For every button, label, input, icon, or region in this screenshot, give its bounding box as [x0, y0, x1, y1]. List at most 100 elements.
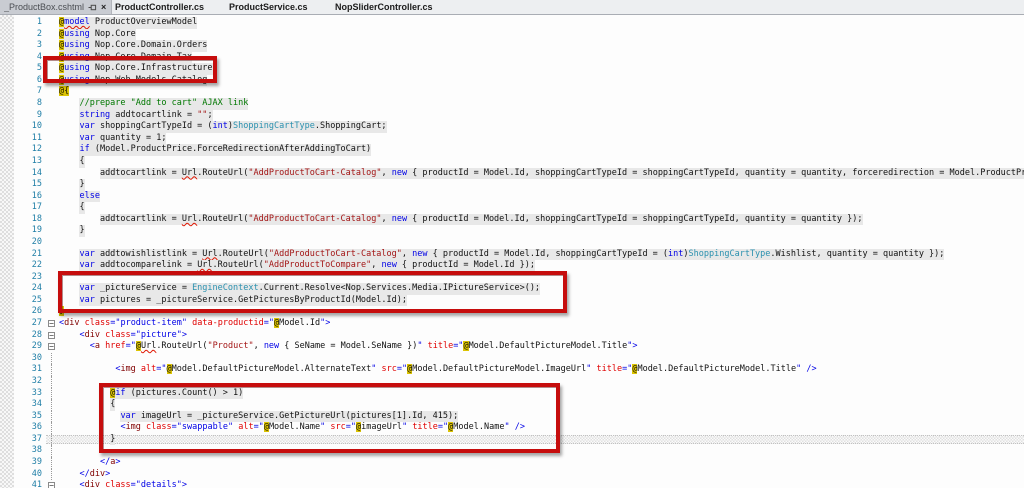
line-number: 14 [31, 167, 42, 178]
line-number: 23 [31, 271, 42, 282]
code-line-18: 18 addtocartlink = Url.RouteUrl("AddProdu… [14, 213, 1024, 226]
code-text: //prepare "Add to cart" AJAX link [79, 98, 249, 110]
collapse-box-icon[interactable]: − [48, 320, 55, 328]
code-line-21: 21 var addtowishlistlink = Url.RouteUrl("… [14, 248, 1024, 261]
fold-margin-bar [47, 399, 59, 411]
code-text: <div class="details"> [79, 480, 187, 488]
code-line-17: 17 { [14, 202, 1024, 214]
annotation-box-using-infrastructure [43, 56, 217, 83]
code-line-30: 30 [14, 352, 1024, 365]
fold-margin-bar [47, 468, 59, 481]
line-number: 34 [31, 399, 42, 410]
fold-margin [47, 133, 59, 145]
line-number: 31 [31, 364, 42, 375]
collapse-box-icon[interactable]: − [48, 482, 55, 488]
fold-margin [47, 237, 59, 249]
code-text: { [79, 155, 85, 168]
fold-margin [47, 202, 59, 214]
fold-margin [47, 168, 59, 180]
line-number: 38 [31, 445, 42, 456]
line-number: 33 [31, 387, 42, 398]
code-line-7: 7 @{ [14, 86, 1024, 98]
pin-icon[interactable] [88, 3, 97, 12]
active-tab-label: _ProductBox.cshtml [4, 2, 85, 12]
fold-margin-box[interactable]: − [47, 318, 59, 330]
code-text: @{ [59, 86, 70, 97]
line-number: 7 [36, 86, 42, 97]
line-number: 24 [31, 283, 42, 294]
fold-margin [47, 260, 59, 272]
collapse-box-icon[interactable]: − [48, 343, 55, 351]
fold-margin [47, 156, 59, 168]
fold-margin [47, 214, 59, 226]
line-number: 28 [31, 329, 42, 340]
breakpoint-margin[interactable] [0, 15, 14, 488]
code-line-28: 28− <div class="picture"> [14, 330, 1024, 342]
line-number: 16 [31, 190, 42, 201]
fold-margin-bar [47, 445, 59, 457]
fold-margin-bar [47, 433, 59, 446]
line-number: 32 [31, 375, 42, 386]
line-number: 22 [31, 260, 42, 271]
fold-margin-bar [47, 410, 59, 423]
code-line-8: 8 //prepare "Add to cart" AJAX link [14, 98, 1024, 110]
fold-margin [47, 225, 59, 237]
collapse-box-icon[interactable]: − [48, 331, 55, 339]
fold-margin [47, 17, 59, 29]
code-text: @using Nop.Core [59, 28, 136, 41]
code-text: </div> [79, 468, 111, 479]
code-line-10: 10 var shoppingCartTypeId = (int)Shopping… [14, 121, 1024, 133]
fold-margin-bar [47, 387, 59, 400]
line-number: 21 [31, 248, 42, 259]
code-line-31: 31 <img alt="@Model.DefaultPictureModel.A… [14, 364, 1024, 376]
fold-margin [47, 179, 59, 191]
line-number: 13 [31, 155, 42, 166]
code-line-41: 41− <div class="details"> [14, 480, 1024, 488]
line-number: 8 [36, 98, 42, 109]
close-icon[interactable]: × [101, 2, 106, 12]
line-number: 39 [31, 456, 42, 467]
line-number: 3 [36, 40, 42, 51]
code-line-9: 9 string addtocartlink = ""; [14, 109, 1024, 122]
code-line-20: 20 [14, 237, 1024, 249]
code-text: } [79, 179, 85, 191]
fold-margin [47, 40, 59, 52]
fold-margin-box[interactable]: − [47, 341, 59, 353]
tab-productbox-cshtml[interactable]: _ProductBox.cshtml × [0, 0, 112, 14]
code-text: else [79, 190, 100, 203]
code-line-2: 2 @using Nop.Core [14, 28, 1024, 41]
line-number: 35 [31, 410, 42, 421]
line-number: 11 [31, 132, 42, 143]
line-number: 27 [31, 318, 42, 329]
line-number: 25 [31, 294, 42, 305]
code-line-16: 16 else [14, 190, 1024, 203]
code-text: string addtocartlink = ""; [79, 109, 213, 122]
annotation-box-picture-service [58, 271, 567, 313]
fold-margin-bar [47, 352, 59, 365]
code-text: <div class="product-item" data-productid… [59, 318, 331, 329]
tab-nopslidercontroller-cs[interactable]: NopSliderController.cs [332, 0, 462, 14]
code-text: @model ProductOverviewModel [59, 17, 198, 29]
fold-margin [47, 144, 59, 156]
code-line-3: 3 @using Nop.Core.Domain.Orders [14, 40, 1024, 52]
line-number: 40 [31, 468, 42, 479]
code-text: <img alt="@Model.DefaultPictureModel.Alt… [115, 364, 817, 375]
fold-margin-bar [47, 422, 59, 434]
fold-margin [47, 191, 59, 203]
line-number: 29 [31, 341, 42, 352]
code-editor: 1 @model ProductOverviewModel 2 @using Nop.… [0, 15, 1024, 488]
line-number: 18 [31, 213, 42, 224]
line-number: 30 [31, 352, 42, 363]
tab-productcontroller-cs[interactable]: ProductController.cs [112, 0, 226, 14]
code-line-1: 1 @model ProductOverviewModel [14, 17, 1024, 29]
line-number: 17 [31, 202, 42, 213]
code-line-12: 12 if (Model.ProductPrice.ForceRedirectio… [14, 144, 1024, 156]
fold-margin-box[interactable]: − [47, 480, 59, 488]
line-number: 19 [31, 225, 42, 236]
fold-margin-bar [47, 375, 59, 388]
fold-margin-box[interactable]: − [47, 330, 59, 342]
tab-productservice-cs[interactable]: ProductService.cs [226, 0, 332, 14]
line-number: 1 [36, 17, 42, 27]
line-number: 12 [31, 144, 42, 155]
fold-margin-bar [47, 364, 59, 376]
